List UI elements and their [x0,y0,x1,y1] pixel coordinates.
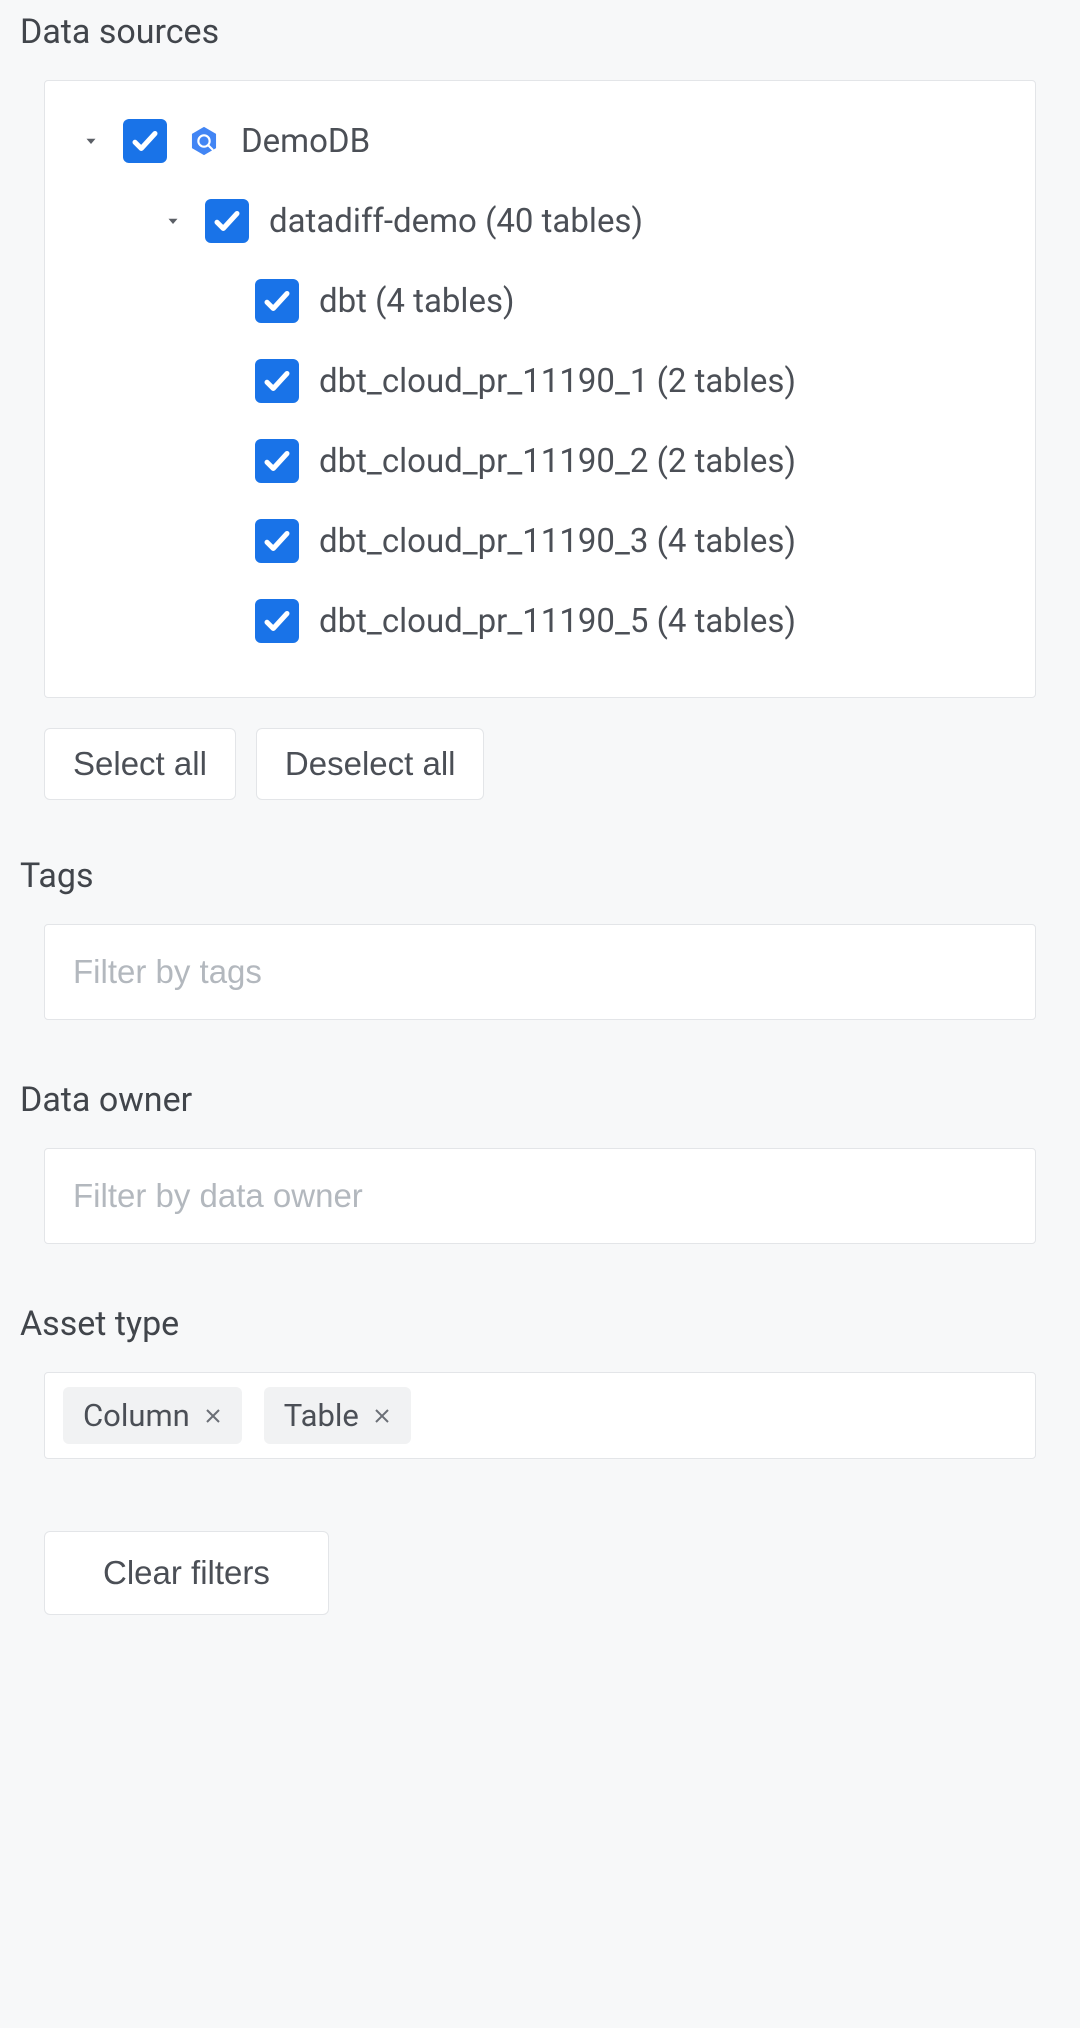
tree-row-item: dbt_cloud_pr_11190_3 (4 tables) [79,519,1001,563]
tree-row-item: dbt_cloud_pr_11190_2 (2 tables) [79,439,1001,483]
section-title-data-sources: Data sources [20,12,1062,52]
tags-input[interactable] [73,953,1007,991]
tree-label[interactable]: dbt_cloud_pr_11190_5 (4 tables) [319,602,796,641]
tree-label[interactable]: dbt (4 tables) [319,282,514,321]
asset-type-chip-box[interactable]: Column Table [44,1372,1036,1459]
tree-row-item: dbt (4 tables) [79,279,1001,323]
chip-label: Column [83,1397,190,1434]
chip-remove-icon[interactable] [204,1407,222,1425]
select-all-button[interactable]: Select all [44,728,236,800]
asset-type-chip: Table [264,1387,411,1444]
tree-label[interactable]: DemoDB [241,122,370,161]
checkbox-item[interactable] [255,439,299,483]
data-owner-input[interactable] [73,1177,1007,1215]
tree-label[interactable]: dbt_cloud_pr_11190_3 (4 tables) [319,522,796,561]
deselect-all-button[interactable]: Deselect all [256,728,485,800]
data-source-tree: DemoDB datadiff-demo (40 tables) dbt (4 … [44,80,1036,698]
checkbox-item[interactable] [255,599,299,643]
caret-down-icon[interactable] [161,209,185,233]
checkbox-item[interactable] [255,359,299,403]
tree-row-item: dbt_cloud_pr_11190_5 (4 tables) [79,599,1001,643]
asset-type-chip: Column [63,1387,242,1444]
tags-input-container[interactable] [44,924,1036,1020]
chip-label: Table [284,1397,359,1434]
checkbox-root[interactable] [123,119,167,163]
tree-label[interactable]: datadiff-demo (40 tables) [269,202,643,241]
tree-row-root: DemoDB [79,119,1001,163]
tree-label[interactable]: dbt_cloud_pr_11190_1 (2 tables) [319,362,796,401]
checkbox-schema[interactable] [205,199,249,243]
tree-row-item: dbt_cloud_pr_11190_1 (2 tables) [79,359,1001,403]
section-title-asset-type: Asset type [20,1304,1062,1344]
checkbox-item[interactable] [255,279,299,323]
tree-row-schema: datadiff-demo (40 tables) [79,199,1001,243]
data-owner-input-container[interactable] [44,1148,1036,1244]
filter-panel: Data sources DemoDB [0,12,1080,1655]
tree-label[interactable]: dbt_cloud_pr_11190_2 (2 tables) [319,442,796,481]
section-title-data-owner: Data owner [20,1080,1062,1120]
chip-remove-icon[interactable] [373,1407,391,1425]
bigquery-icon [187,124,221,158]
section-title-tags: Tags [20,856,1062,896]
select-button-row: Select all Deselect all [44,728,1036,800]
clear-filters-button[interactable]: Clear filters [44,1531,329,1615]
checkbox-item[interactable] [255,519,299,563]
caret-down-icon[interactable] [79,129,103,153]
